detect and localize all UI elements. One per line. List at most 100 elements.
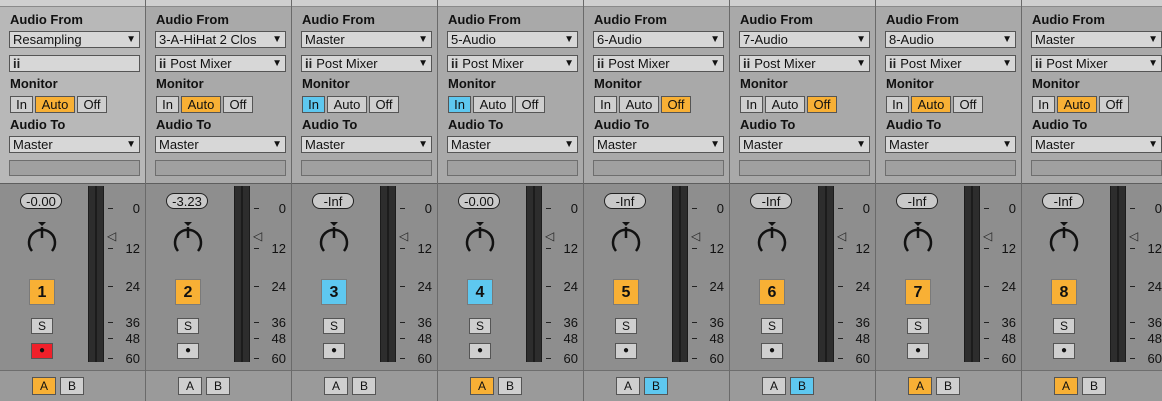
monitor-in-button[interactable]: In bbox=[448, 96, 471, 113]
fader-triangle-icon[interactable]: ◁ bbox=[545, 230, 554, 242]
crossfade-b-button[interactable]: B bbox=[498, 377, 522, 395]
output-channel-dropdown[interactable] bbox=[1031, 160, 1162, 176]
crossfade-a-button[interactable]: A bbox=[1054, 377, 1078, 395]
audio-from-dropdown[interactable]: Resampling ▼ bbox=[9, 31, 140, 48]
monitor-in-button[interactable]: In bbox=[302, 96, 325, 113]
solo-button[interactable]: S bbox=[615, 318, 637, 334]
audio-to-dropdown[interactable]: Master ▼ bbox=[593, 136, 724, 153]
track-activator-button[interactable]: 4 bbox=[467, 279, 493, 305]
arm-record-button[interactable]: ● bbox=[907, 343, 929, 359]
crossfade-a-button[interactable]: A bbox=[616, 377, 640, 395]
volume-field[interactable]: -3.23 bbox=[166, 193, 208, 209]
fader-triangle-icon[interactable]: ◁ bbox=[983, 230, 992, 242]
solo-button[interactable]: S bbox=[907, 318, 929, 334]
audio-from-dropdown[interactable]: 8-Audio ▼ bbox=[885, 31, 1016, 48]
arm-record-button[interactable]: ● bbox=[1053, 343, 1075, 359]
track-activator-button[interactable]: 8 bbox=[1051, 279, 1077, 305]
crossfade-a-button[interactable]: A bbox=[908, 377, 932, 395]
fader-triangle-icon[interactable]: ◁ bbox=[399, 230, 408, 242]
monitor-off-button[interactable]: Off bbox=[223, 96, 253, 113]
monitor-in-button[interactable]: In bbox=[886, 96, 909, 113]
monitor-off-button[interactable]: Off bbox=[369, 96, 399, 113]
crossfade-a-button[interactable]: A bbox=[470, 377, 494, 395]
audio-from-dropdown[interactable]: 5-Audio ▼ bbox=[447, 31, 578, 48]
volume-field[interactable]: -Inf bbox=[1042, 193, 1084, 209]
monitor-auto-button[interactable]: Auto bbox=[327, 96, 367, 113]
crossfade-a-button[interactable]: A bbox=[324, 377, 348, 395]
crossfade-a-button[interactable]: A bbox=[32, 377, 56, 395]
solo-button[interactable]: S bbox=[31, 318, 53, 334]
output-channel-dropdown[interactable] bbox=[301, 160, 432, 176]
input-channel-dropdown[interactable]: ii Post Mixer ▼ bbox=[447, 55, 578, 72]
track-activator-button[interactable]: 7 bbox=[905, 279, 931, 305]
crossfade-b-button[interactable]: B bbox=[60, 377, 84, 395]
volume-field[interactable]: -Inf bbox=[750, 193, 792, 209]
pan-knob-icon[interactable] bbox=[316, 222, 352, 258]
output-channel-dropdown[interactable] bbox=[155, 160, 286, 176]
track-activator-button[interactable]: 2 bbox=[175, 279, 201, 305]
output-channel-dropdown[interactable] bbox=[447, 160, 578, 176]
arm-record-button[interactable]: ● bbox=[31, 343, 53, 359]
solo-button[interactable]: S bbox=[469, 318, 491, 334]
pan-knob-icon[interactable] bbox=[1046, 222, 1082, 258]
crossfade-b-button[interactable]: B bbox=[352, 377, 376, 395]
volume-field[interactable]: -Inf bbox=[896, 193, 938, 209]
fader-triangle-icon[interactable]: ◁ bbox=[1129, 230, 1138, 242]
monitor-in-button[interactable]: In bbox=[1032, 96, 1055, 113]
audio-to-dropdown[interactable]: Master ▼ bbox=[155, 136, 286, 153]
crossfade-b-button[interactable]: B bbox=[790, 377, 814, 395]
volume-field[interactable]: -Inf bbox=[604, 193, 646, 209]
track-activator-button[interactable]: 5 bbox=[613, 279, 639, 305]
monitor-in-button[interactable]: In bbox=[594, 96, 617, 113]
pan-knob-icon[interactable] bbox=[608, 222, 644, 258]
output-channel-dropdown[interactable] bbox=[9, 160, 140, 176]
output-channel-dropdown[interactable] bbox=[739, 160, 870, 176]
monitor-auto-button[interactable]: Auto bbox=[473, 96, 513, 113]
pan-knob-icon[interactable] bbox=[900, 222, 936, 258]
monitor-in-button[interactable]: In bbox=[10, 96, 33, 113]
monitor-off-button[interactable]: Off bbox=[515, 96, 545, 113]
monitor-off-button[interactable]: Off bbox=[661, 96, 691, 113]
monitor-auto-button[interactable]: Auto bbox=[765, 96, 805, 113]
fader-triangle-icon[interactable]: ◁ bbox=[691, 230, 700, 242]
output-channel-dropdown[interactable] bbox=[593, 160, 724, 176]
audio-from-dropdown[interactable]: 7-Audio ▼ bbox=[739, 31, 870, 48]
pan-knob-icon[interactable] bbox=[754, 222, 790, 258]
audio-from-dropdown[interactable]: Master ▼ bbox=[1031, 31, 1162, 48]
arm-record-button[interactable]: ● bbox=[761, 343, 783, 359]
input-channel-dropdown[interactable]: ii Post Mixer ▼ bbox=[593, 55, 724, 72]
track-activator-button[interactable]: 1 bbox=[29, 279, 55, 305]
audio-from-dropdown[interactable]: 6-Audio ▼ bbox=[593, 31, 724, 48]
arm-record-button[interactable]: ● bbox=[615, 343, 637, 359]
track-activator-button[interactable]: 3 bbox=[321, 279, 347, 305]
fader-triangle-icon[interactable]: ◁ bbox=[837, 230, 846, 242]
audio-to-dropdown[interactable]: Master ▼ bbox=[9, 136, 140, 153]
input-channel-dropdown[interactable]: ii Post Mixer ▼ bbox=[155, 55, 286, 72]
monitor-off-button[interactable]: Off bbox=[807, 96, 837, 113]
input-channel-dropdown[interactable]: ii Post Mixer ▼ bbox=[1031, 55, 1162, 72]
monitor-in-button[interactable]: In bbox=[740, 96, 763, 113]
pan-knob-icon[interactable] bbox=[462, 222, 498, 258]
audio-from-dropdown[interactable]: 3-A-HiHat 2 Clos ▼ bbox=[155, 31, 286, 48]
crossfade-b-button[interactable]: B bbox=[1082, 377, 1106, 395]
monitor-off-button[interactable]: Off bbox=[1099, 96, 1129, 113]
solo-button[interactable]: S bbox=[323, 318, 345, 334]
audio-to-dropdown[interactable]: Master ▼ bbox=[301, 136, 432, 153]
monitor-auto-button[interactable]: Auto bbox=[911, 96, 951, 113]
monitor-auto-button[interactable]: Auto bbox=[1057, 96, 1097, 113]
audio-to-dropdown[interactable]: Master ▼ bbox=[447, 136, 578, 153]
output-channel-dropdown[interactable] bbox=[885, 160, 1016, 176]
solo-button[interactable]: S bbox=[761, 318, 783, 334]
input-channel-dropdown[interactable]: ii Post Mixer ▼ bbox=[885, 55, 1016, 72]
arm-record-button[interactable]: ● bbox=[177, 343, 199, 359]
audio-to-dropdown[interactable]: Master ▼ bbox=[1031, 136, 1162, 153]
volume-field[interactable]: -0.00 bbox=[20, 193, 62, 209]
arm-record-button[interactable]: ● bbox=[469, 343, 491, 359]
crossfade-a-button[interactable]: A bbox=[762, 377, 786, 395]
fader-triangle-icon[interactable]: ◁ bbox=[253, 230, 262, 242]
volume-field[interactable]: -Inf bbox=[312, 193, 354, 209]
monitor-in-button[interactable]: In bbox=[156, 96, 179, 113]
crossfade-a-button[interactable]: A bbox=[178, 377, 202, 395]
audio-from-dropdown[interactable]: Master ▼ bbox=[301, 31, 432, 48]
input-channel-dropdown[interactable]: ii Post Mixer ▼ bbox=[301, 55, 432, 72]
